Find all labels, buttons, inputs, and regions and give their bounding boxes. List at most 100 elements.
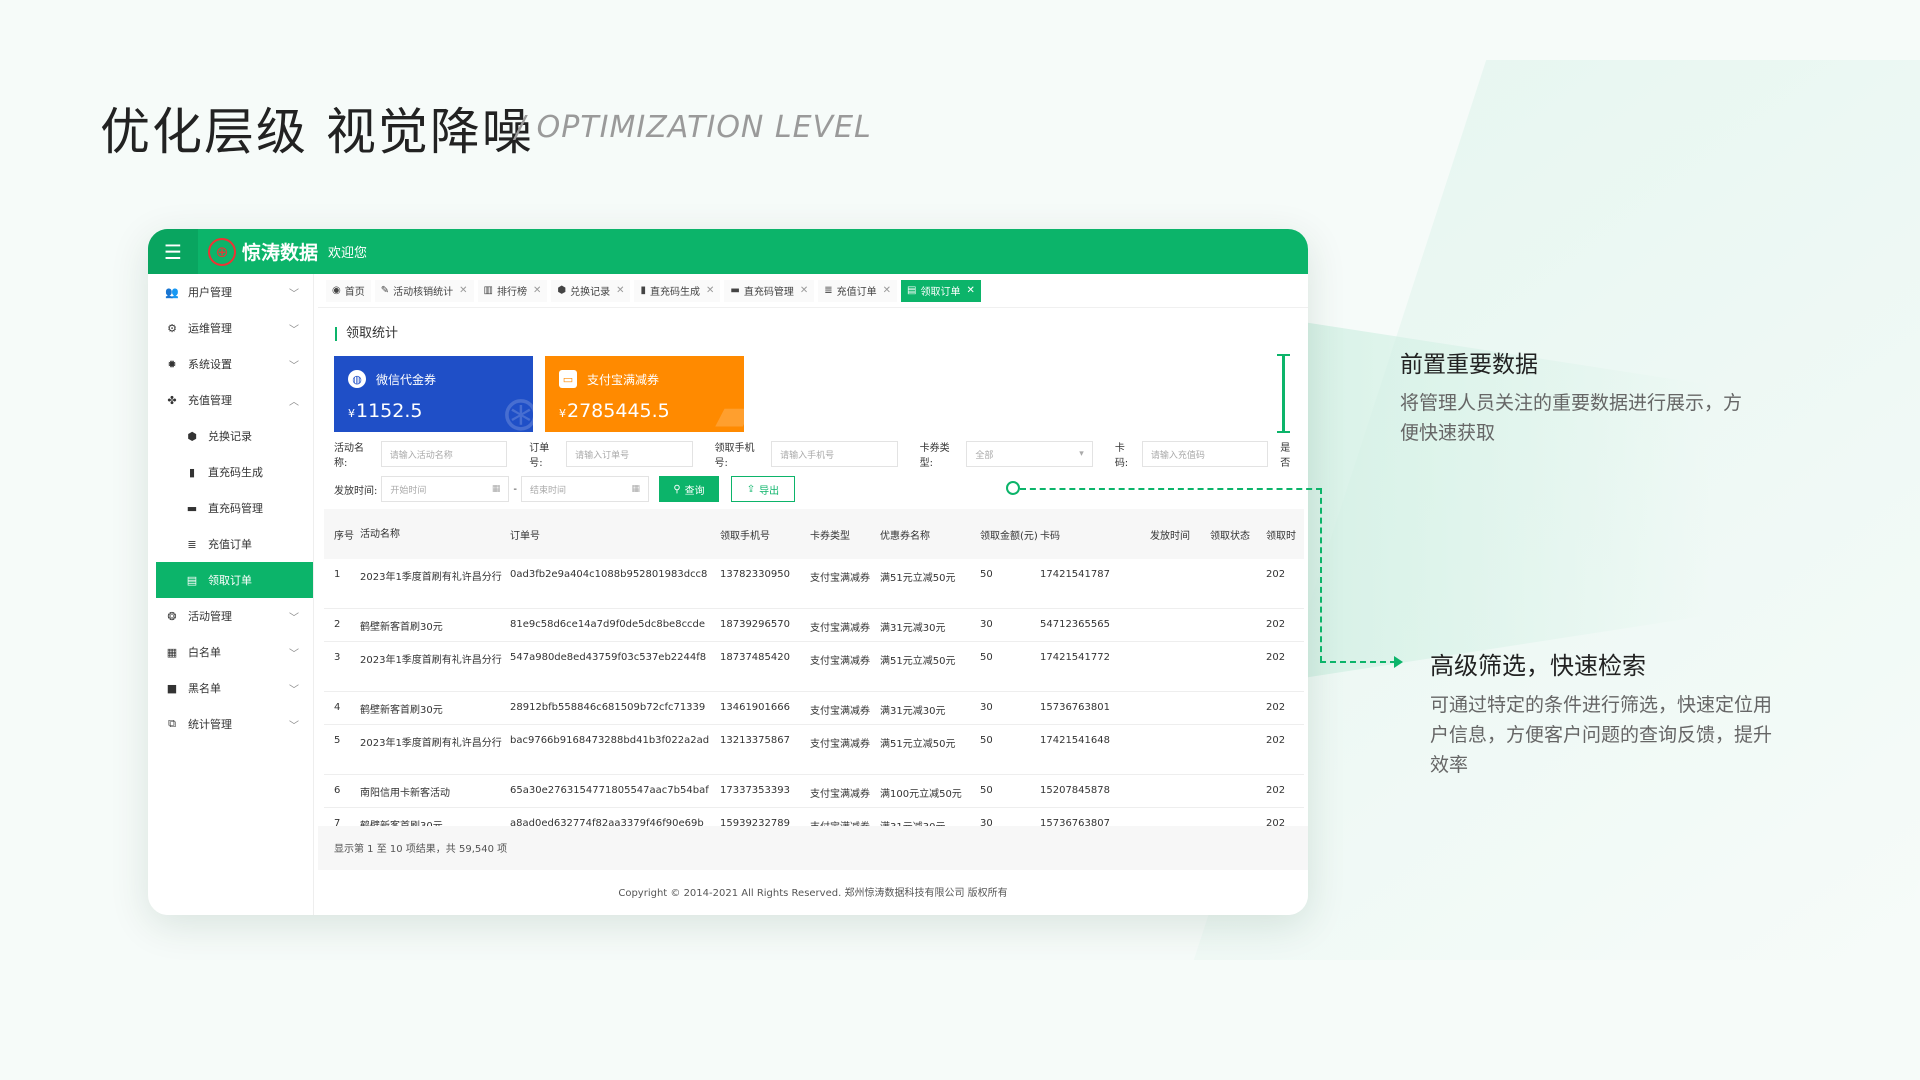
close-icon[interactable]: ✕ [706,285,714,296]
start-time-input[interactable]: 开始时间 ▦ [381,476,510,502]
connector-line [1320,488,1322,662]
phone-input[interactable]: 请输入手机号 [771,441,898,467]
close-icon[interactable]: ✕ [459,285,467,296]
chevron-down-icon: ﹀ [289,648,299,660]
archive-icon: ▬ [186,501,198,515]
column-header[interactable]: 领取时 [1266,527,1306,542]
cubes-icon: ❂ [167,609,177,623]
file-text-icon: ▤ [186,573,198,587]
export-icon: ⇪ [746,483,756,495]
column-header[interactable]: 卡码 [1040,527,1150,542]
activity-name-label: 活动名称: [334,443,364,469]
tab-ranking[interactable]: ▥ 排行榜 ✕ [477,279,548,302]
end-time-input[interactable]: 结束时间 ▦ [520,476,649,502]
activity-name-input[interactable]: 请输入活动名称 [380,441,508,467]
table-row[interactable]: 4 鹤壁新客首刷30元 28912bfb558846c681509b72cfc713… [324,692,1304,725]
tab-code-management[interactable]: ▬ 直充码管理 ✕ [724,279,815,302]
sidebar-item-statistics[interactable]: ⧉ 统计管理 ﹀ [156,706,313,742]
menu-toggle-icon[interactable]: ☰ [148,229,198,274]
column-header[interactable]: 序号 [324,527,360,542]
sidebar-item-ops-management[interactable]: ⚙ 运维管理 ﹀ [156,310,313,346]
column-header[interactable]: 领取手机号 [720,527,810,542]
column-header[interactable]: 活动名称 [360,526,510,543]
order-no-label: 订单号: [529,443,550,469]
column-header[interactable]: 卡券类型 [810,527,880,542]
more-filter-label: 是否 [1280,443,1291,469]
card-decor-icon: ▰ [715,386,744,432]
chevron-up-icon: ︿ [289,396,299,408]
orders-table: 序号 活动名称 订单号 领取手机号 卡券类型 优惠券名称 领取金额(元) 卡码 … [324,509,1304,841]
sidebar-item-blacklist[interactable]: ■ 黑名单 ﹀ [156,670,313,706]
chevron-down-icon: ﹀ [289,612,299,624]
chevron-down-icon: ﹀ [289,684,299,696]
close-icon[interactable]: ✕ [800,285,808,296]
table-row[interactable]: 2 鹤壁新客首刷30元 81e9c58d6ce14a7d9f0de5dc8be8cc… [324,609,1304,642]
page-subtitle: / OPTIMIZATION LEVEL [515,110,872,145]
tab-code-generate[interactable]: ▮ 直充码生成 ✕ [634,279,721,302]
chevron-down-icon: ﹀ [289,288,299,300]
copy-icon: ⧉ [168,717,176,730]
calendar-icon: ▦ [631,484,640,494]
sidebar: 👥 用户管理 ﹀ ⚙ 运维管理 ﹀ ✹ 系统设置 ﹀ ✤ 充值管理 ︿ ⬢ 兑换记录 ▮ 直充码生成… [156,274,314,915]
page-title: 优化层级 视觉降噪 [100,103,534,161]
welcome-text: 欢迎您 [328,246,368,261]
column-header[interactable]: 订单号 [510,527,720,542]
order-no-input[interactable]: 请输入订单号 [566,441,693,467]
sidebar-item-claim-orders[interactable]: ▤ 领取订单 [156,562,313,598]
chevron-down-icon: ﹀ [289,324,299,336]
issue-time-label: 发放时间: [334,485,378,497]
pagination-summary: 显示第 1 至 10 项结果，共 59,540 项 [318,826,1308,870]
table-header: 序号 活动名称 订单号 领取手机号 卡券类型 优惠券名称 领取金额(元) 卡码 … [324,509,1304,559]
tab-claim-orders[interactable]: ▤ 领取订单 ✕ [901,279,981,302]
sidebar-item-code-management[interactable]: ▬ 直充码管理 [156,490,313,526]
column-header[interactable]: 领取金额(元) [980,527,1040,542]
bracket-cap-bottom [1277,431,1290,433]
sidebar-item-code-generate[interactable]: ▮ 直充码生成 [156,454,313,490]
sidebar-item-system-settings[interactable]: ✹ 系统设置 ﹀ [156,346,313,382]
column-header[interactable]: 发放时间 [1150,527,1210,542]
close-icon[interactable]: ✕ [533,285,541,296]
dashboard-icon: ◉ [332,285,341,296]
edit-icon: ✎ [380,285,390,296]
table-row[interactable]: 6 南阳信用卡新客活动 65a30e2763154771805547aac7b54b… [324,775,1304,808]
table-row[interactable]: 3 2023年1季度首刷有礼许昌分行 547a980de8ed43759f03c53… [324,642,1304,692]
card-label: 支付宝满减券 [587,372,660,387]
query-button[interactable]: ⚲ 查询 [658,476,719,502]
users-icon: 👥 [165,285,179,299]
coupon-decor-icon: ⊛ [500,386,533,432]
note-title: 前置重要数据 [1400,352,1538,378]
tab-exchange-records[interactable]: ⬢ 兑换记录 ✕ [551,279,631,302]
chevron-down-icon: ﹀ [289,360,299,372]
chevron-down-icon: ﹀ [289,720,299,732]
sidebar-item-activity-management[interactable]: ❂ 活动管理 ﹀ [156,598,313,634]
card-type-select[interactable]: 全部 ▾ [966,441,1093,467]
table-row[interactable]: 5 2023年1季度首刷有礼许昌分行 bac9766b9168473288bd41b… [324,725,1304,775]
column-header[interactable]: 优惠券名称 [880,527,980,542]
column-header[interactable]: 领取状态 [1210,527,1266,542]
tab-activity-stats[interactable]: ✎ 活动核销统计 ✕ [374,279,474,302]
card-code-input[interactable]: 请输入充值码 [1141,441,1269,467]
tab-recharge-orders[interactable]: ≣ 充值订单 ✕ [818,279,898,302]
card-value: 1152.5 [356,400,423,422]
close-icon[interactable]: ✕ [966,285,974,296]
file-icon: ▮ [640,285,646,296]
sidebar-item-user-management[interactable]: 👥 用户管理 ﹀ [156,274,313,310]
sidebar-item-whitelist[interactable]: ▦ 白名单 ﹀ [156,634,313,670]
connector-line [1320,661,1396,663]
close-icon[interactable]: ✕ [616,285,624,296]
archive-icon: ▬ [730,285,740,296]
close-icon[interactable]: ✕ [883,285,891,296]
copyright-text: Copyright © 2014-2021 All Rights Reserve… [618,888,1008,899]
sidebar-item-exchange-records[interactable]: ⬢ 兑换记录 [156,418,313,454]
search-icon: ⚲ [673,483,681,495]
sidebar-item-recharge-orders[interactable]: ≣ 充值订单 [156,526,313,562]
table-row[interactable]: 1 2023年1季度首刷有礼许昌分行 0ad3fb2e9a404c1088b9528… [324,559,1304,609]
section-title: 领取统计 [335,327,398,341]
sidebar-item-recharge-management[interactable]: ✤ 充值管理 ︿ [156,382,313,418]
handshake-icon: ✤ [167,393,177,407]
app-window: ☰ ⊕ 惊涛数据 欢迎您 👥 用户管理 ﹀ ⚙ 运维管理 ﹀ ✹ 系统设置 ﹀ ✤ 充值管理 ︿… [148,229,1308,915]
tab-home[interactable]: ◉ 首页 [326,279,371,302]
export-button[interactable]: ⇪ 导出 [730,476,795,502]
phone-label: 领取手机号: [714,443,755,469]
filter-panel: 活动名称: 请输入活动名称 订单号: 请输入订单号 领取手机号: 请输入手机号 … [334,440,1304,510]
